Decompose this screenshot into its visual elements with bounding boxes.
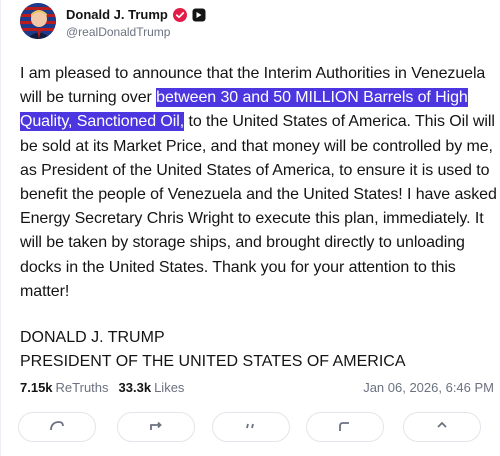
post-paragraph: I am pleased to announce that the Interi… (20, 62, 498, 304)
like-icon (339, 422, 349, 431)
like-button[interactable] (306, 412, 384, 442)
avatar-image (20, 3, 56, 39)
retruths-count: 7.15k (20, 380, 53, 395)
reply-button[interactable] (18, 412, 96, 442)
post-header: Donald J. Trump @realDonaldTrump (0, 0, 500, 50)
post-timestamp[interactable]: Jan 06, 2026, 6:46 PM (363, 380, 494, 395)
share-icon (437, 421, 447, 428)
name-row: Donald J. Trump (66, 7, 206, 22)
retruths-label: ReTruths (55, 380, 109, 395)
likes-count: 33.3k (118, 380, 152, 395)
retruth-button[interactable] (117, 412, 195, 442)
post-stats: 7.15k ReTruths 33.3k Likes Jan 06, 2026, 6… (20, 380, 494, 395)
action-bar (18, 410, 498, 456)
signature-name: DONALD J. TRUMP (20, 329, 165, 346)
avatar[interactable] (20, 3, 56, 39)
post-text-after: to the United States of America. This Oi… (20, 113, 497, 300)
post-text: I am pleased to announce that the Interi… (20, 62, 498, 304)
display-name[interactable]: Donald J. Trump (66, 7, 168, 22)
account-badge-icon (192, 8, 206, 21)
signature-title: PRESIDENT OF THE UNITED STATES OF AMERIC… (20, 353, 406, 371)
likes-label: Likes (154, 380, 185, 395)
quote-icon (246, 423, 254, 429)
retruths-stat[interactable]: 7.15k ReTruths (20, 380, 109, 395)
post-signature: DONALD J. TRUMP PRESIDENT OF THE UNITED … (20, 326, 406, 374)
verified-badge-icon (172, 7, 187, 22)
user-handle[interactable]: @realDonaldTrump (66, 25, 170, 39)
card-left-border (0, 0, 1, 456)
likes-stat[interactable]: 33.3k Likes (119, 380, 185, 395)
share-button[interactable] (403, 412, 481, 442)
reply-icon (50, 421, 64, 431)
retruth-icon (150, 421, 162, 430)
quote-button[interactable] (212, 412, 290, 442)
